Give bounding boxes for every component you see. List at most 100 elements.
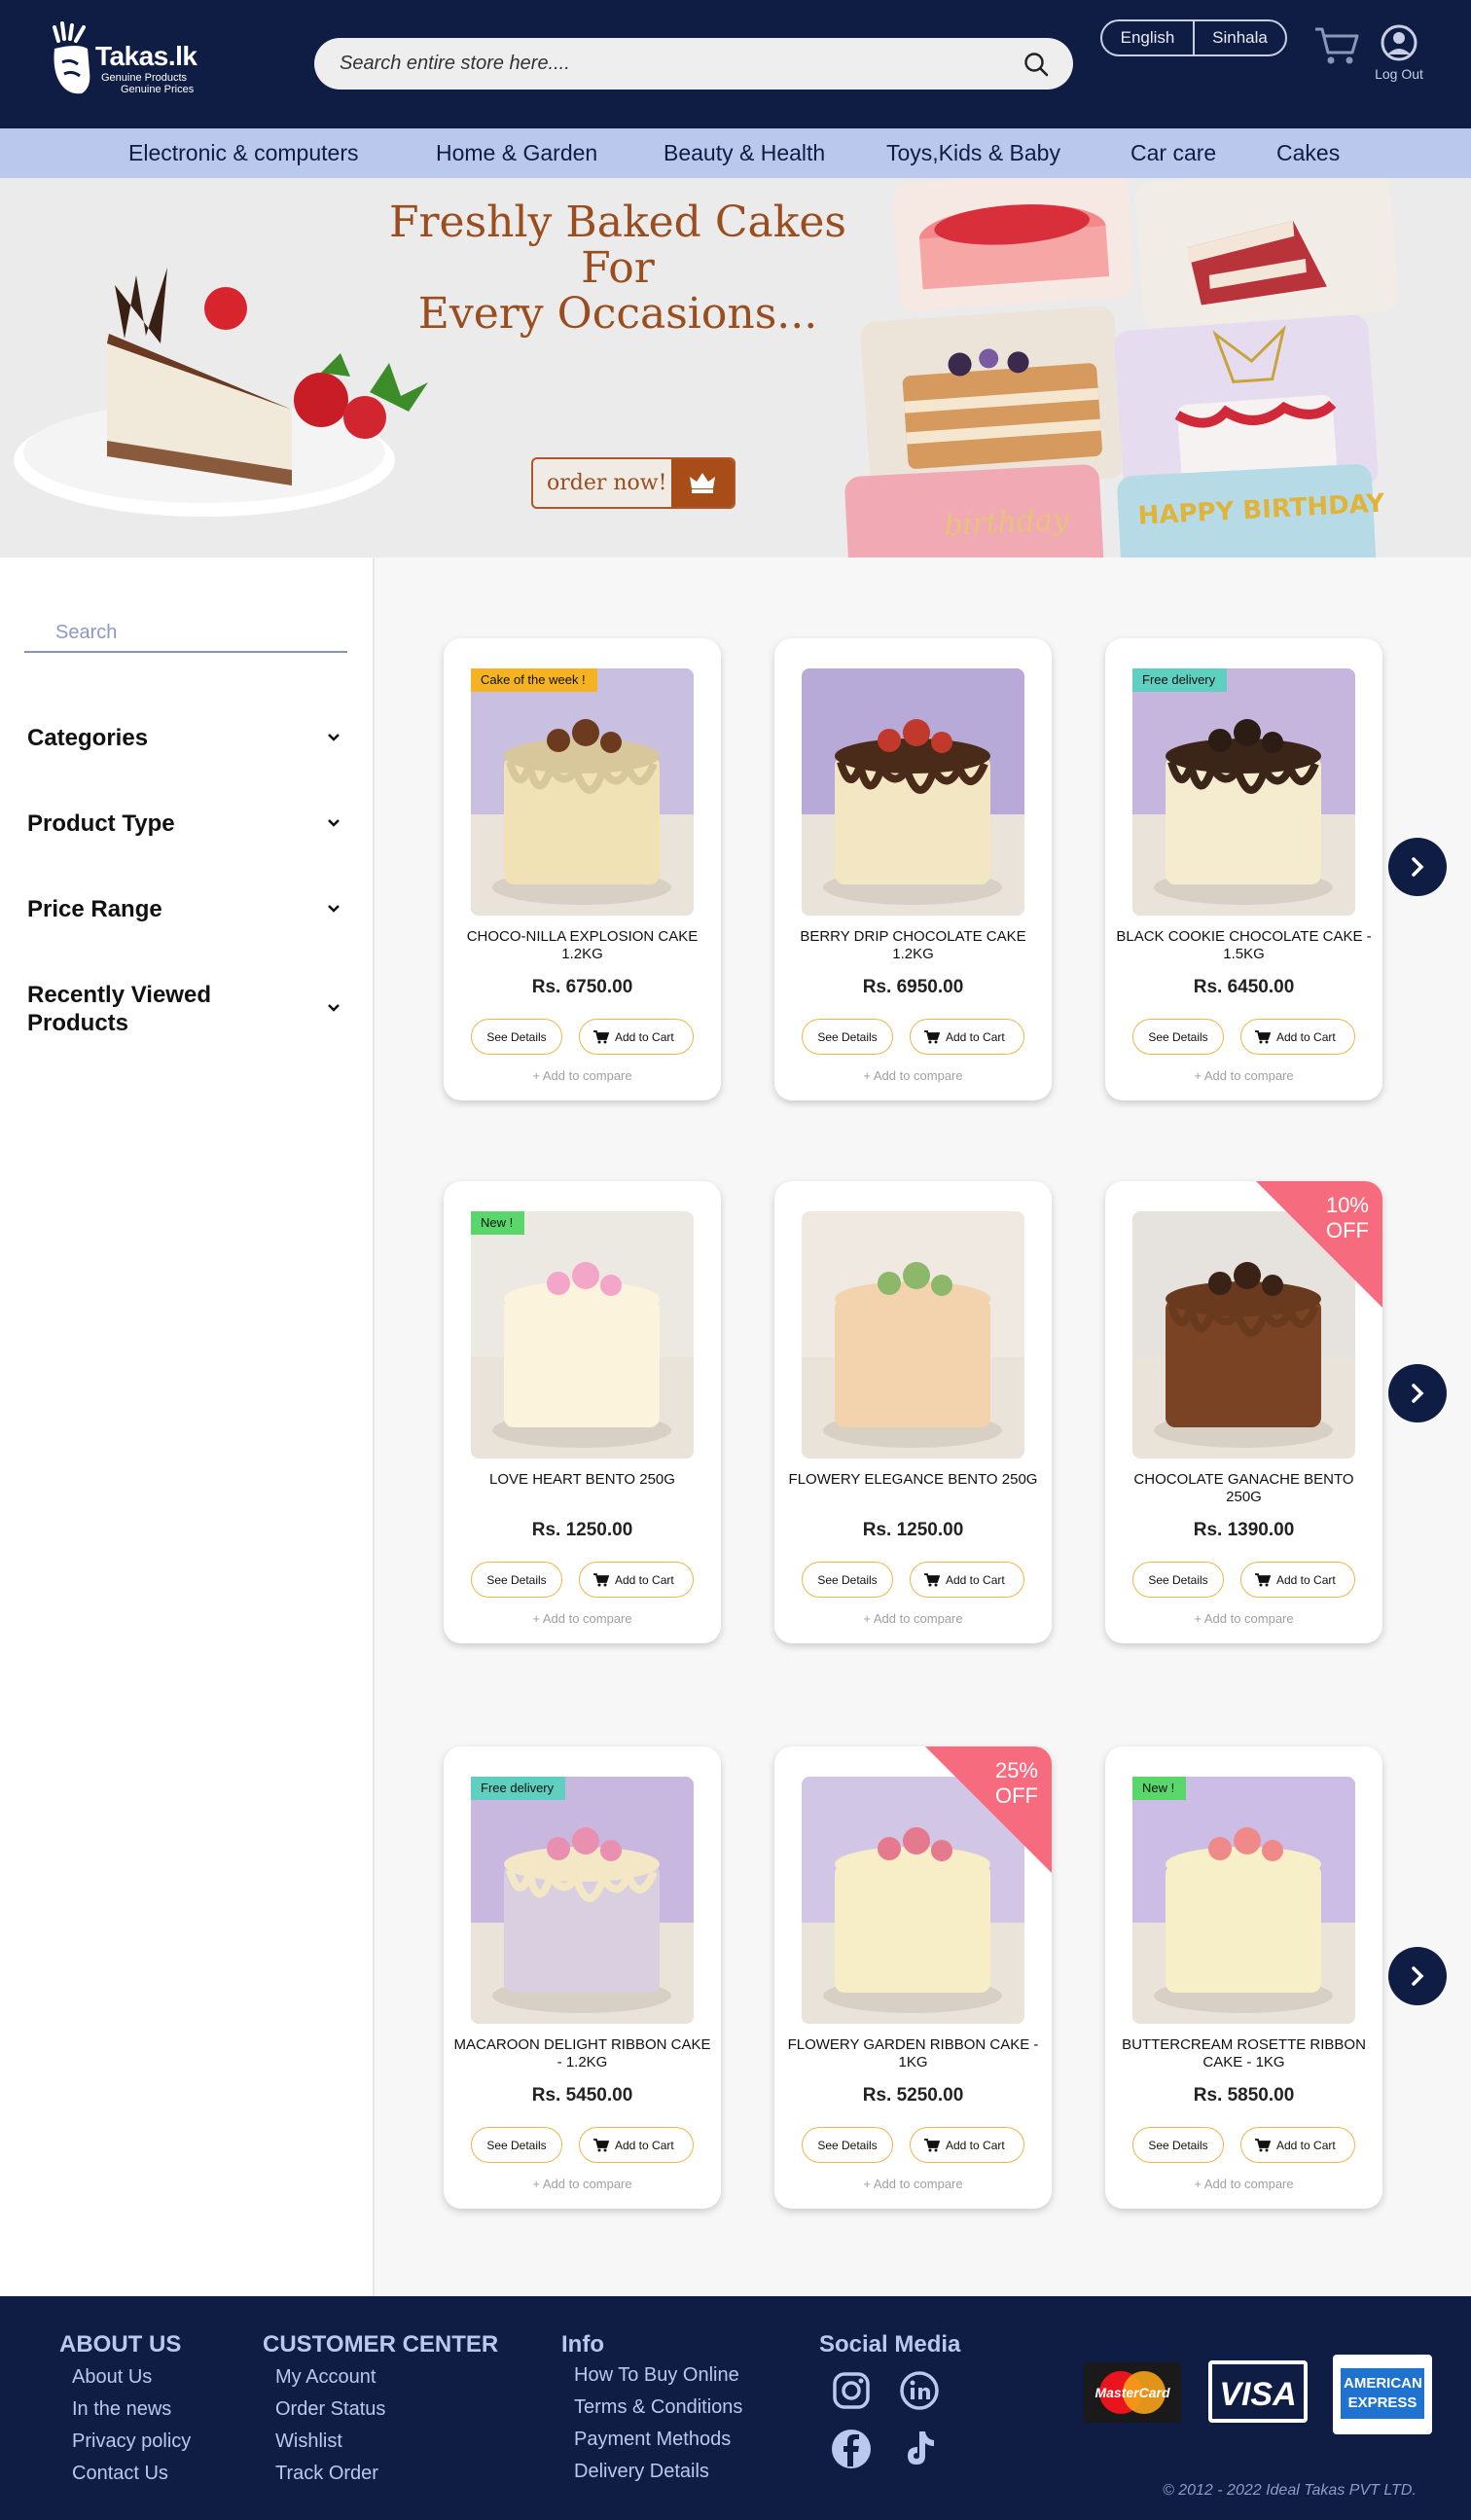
- chevron-right-icon: [1412, 1966, 1424, 1986]
- product-card[interactable]: Free delivery MACAROON DELIGHT RIBBON CAK…: [444, 1746, 721, 2209]
- user-icon[interactable]: [1380, 23, 1418, 62]
- add-to-compare-link[interactable]: + Add to compare: [444, 2177, 721, 2191]
- discount-ribbon: 10% OFF: [1256, 1181, 1382, 1308]
- cart-icon[interactable]: [1313, 25, 1360, 68]
- nav-item-car-care[interactable]: Car care: [1130, 128, 1216, 178]
- footer-link-in-the-news[interactable]: In the news: [72, 2398, 171, 2421]
- filter-label: Categories: [27, 725, 149, 751]
- product-card[interactable]: Free delivery BLACK COOKIE CHOCOLATE CAKE…: [1105, 638, 1382, 1100]
- amex-box: AMERICAN EXPRESS: [1341, 2368, 1424, 2419]
- product-card[interactable]: New ! BUTTERCREAM ROSETTE RIBBON CAKE - 1…: [1105, 1746, 1382, 2209]
- product-name[interactable]: FLOWERY GARDEN RIBBON CAKE - 1KG: [784, 2036, 1042, 2071]
- nav-item-beauty-health[interactable]: Beauty & Health: [664, 128, 825, 178]
- linkedin-icon[interactable]: [900, 2371, 939, 2410]
- footer-link-delivery-details[interactable]: Delivery Details: [574, 2461, 709, 2483]
- add-to-cart-button[interactable]: Add to Cart: [1240, 1562, 1355, 1598]
- product-name[interactable]: LOVE HEART BENTO 250G: [453, 1471, 711, 1489]
- see-details-button[interactable]: See Details: [1132, 1562, 1224, 1598]
- add-to-cart-button[interactable]: Add to Cart: [579, 2127, 694, 2163]
- footer-link-my-account[interactable]: My Account: [275, 2366, 376, 2389]
- add-to-compare-link[interactable]: + Add to compare: [1105, 1611, 1382, 1626]
- add-to-compare-link[interactable]: + Add to compare: [1105, 1068, 1382, 1083]
- add-to-cart-button[interactable]: Add to Cart: [1240, 1019, 1355, 1055]
- lang-sinhala-button[interactable]: Sinhala: [1195, 21, 1285, 54]
- store-search-input[interactable]: [340, 38, 1001, 90]
- next-row-button[interactable]: [1388, 1364, 1447, 1422]
- search-icon[interactable]: [1023, 51, 1050, 78]
- product-name[interactable]: BERRY DRIP CHOCOLATE CAKE 1.2KG: [784, 928, 1042, 963]
- nav-item-electronics[interactable]: Electronic & computers: [128, 128, 358, 178]
- product-image[interactable]: [471, 1777, 694, 2024]
- product-image[interactable]: [471, 1211, 694, 1458]
- product-badge: New !: [471, 1211, 525, 1235]
- footer-link-track-order[interactable]: Track Order: [275, 2463, 378, 2485]
- logout-link[interactable]: Log Out: [1362, 66, 1436, 82]
- filter-categories[interactable]: Categories: [27, 724, 343, 752]
- add-to-compare-link[interactable]: + Add to compare: [774, 1611, 1052, 1626]
- footer-link-payment-methods[interactable]: Payment Methods: [574, 2429, 731, 2451]
- add-to-compare-link[interactable]: + Add to compare: [774, 1068, 1052, 1083]
- product-price: Rs. 1390.00: [1193, 1520, 1295, 1540]
- add-to-compare-link[interactable]: + Add to compare: [1105, 2177, 1382, 2191]
- add-to-compare-link[interactable]: + Add to compare: [444, 1611, 721, 1626]
- footer-link-about-us[interactable]: About Us: [72, 2366, 152, 2389]
- product-name[interactable]: MACAROON DELIGHT RIBBON CAKE - 1.2KG: [453, 2036, 711, 2071]
- tiktok-icon[interactable]: [900, 2428, 939, 2470]
- footer-link-order-status[interactable]: Order Status: [275, 2398, 385, 2421]
- product-card[interactable]: Cake of the week ! CHOCO-NILLA EXPLOSION …: [444, 638, 721, 1100]
- add-to-cart-button[interactable]: Add to Cart: [910, 1562, 1024, 1598]
- filter-price-range[interactable]: Price Range: [27, 895, 343, 923]
- add-to-cart-button[interactable]: Add to Cart: [579, 1019, 694, 1055]
- see-details-button[interactable]: See Details: [471, 1019, 562, 1055]
- add-to-compare-link[interactable]: + Add to compare: [774, 2177, 1052, 2191]
- footer-link-how-to-buy[interactable]: How To Buy Online: [574, 2364, 739, 2387]
- product-image[interactable]: [802, 668, 1024, 916]
- product-card[interactable]: New ! LOVE HEART BENTO 250G Rs. 1250.00 See…: [444, 1181, 721, 1643]
- see-details-button[interactable]: See Details: [471, 2127, 562, 2163]
- product-name[interactable]: BUTTERCREAM ROSETTE RIBBON CAKE - 1KG: [1115, 2036, 1373, 2071]
- product-name[interactable]: FLOWERY ELEGANCE BENTO 250G: [784, 1471, 1042, 1489]
- product-name[interactable]: CHOCO-NILLA EXPLOSION CAKE 1.2KG: [453, 928, 711, 963]
- footer-link-wishlist[interactable]: Wishlist: [275, 2430, 342, 2453]
- product-name[interactable]: CHOCOLATE GANACHE BENTO 250G: [1115, 1471, 1373, 1506]
- filter-recently-viewed[interactable]: Recently Viewed Products: [27, 981, 343, 1037]
- product-image[interactable]: [802, 1211, 1024, 1458]
- see-details-button[interactable]: See Details: [802, 2127, 893, 2163]
- next-row-button[interactable]: [1388, 838, 1447, 896]
- product-image[interactable]: [471, 668, 694, 916]
- sidebar-search-input[interactable]: [24, 614, 347, 653]
- instagram-icon[interactable]: [832, 2371, 871, 2410]
- add-to-cart-button[interactable]: Add to Cart: [910, 1019, 1024, 1055]
- footer-link-terms[interactable]: Terms & Conditions: [574, 2396, 742, 2419]
- product-image[interactable]: [1132, 1777, 1355, 2024]
- add-to-cart-button[interactable]: Add to Cart: [1240, 2127, 1355, 2163]
- see-details-button[interactable]: See Details: [802, 1562, 893, 1598]
- account-area[interactable]: Log Out: [1362, 23, 1436, 88]
- filter-sidebar: Categories Product Type Price Range Rece…: [0, 558, 375, 2296]
- footer-link-contact-us[interactable]: Contact Us: [72, 2463, 168, 2485]
- product-name[interactable]: BLACK COOKIE CHOCOLATE CAKE - 1.5KG: [1115, 928, 1373, 963]
- see-details-button[interactable]: See Details: [802, 1019, 893, 1055]
- add-to-cart-button[interactable]: Add to Cart: [579, 1562, 694, 1598]
- product-image[interactable]: [1132, 668, 1355, 916]
- lang-english-button[interactable]: English: [1102, 21, 1195, 54]
- next-row-button[interactable]: [1388, 1947, 1447, 2005]
- nav-item-home-garden[interactable]: Home & Garden: [436, 128, 597, 178]
- nav-item-cakes[interactable]: Cakes: [1276, 128, 1340, 178]
- product-card[interactable]: 25% OFF FLOWERY GARDEN RIBBON CAKE - 1KG Rs…: [774, 1746, 1052, 2209]
- add-to-cart-label: Add to Cart: [615, 2139, 674, 2152]
- footer-link-privacy-policy[interactable]: Privacy policy: [72, 2430, 191, 2453]
- see-details-button[interactable]: See Details: [471, 1562, 562, 1598]
- nav-item-toys-kids-baby[interactable]: Toys,Kids & Baby: [886, 128, 1060, 178]
- product-card[interactable]: FLOWERY ELEGANCE BENTO 250G Rs. 1250.00 Se…: [774, 1181, 1052, 1643]
- takas-logo[interactable]: Takas.lk Genuine Products Genuine Prices: [49, 19, 197, 101]
- filter-product-type[interactable]: Product Type: [27, 810, 343, 838]
- facebook-icon[interactable]: [830, 2428, 873, 2470]
- see-details-button[interactable]: See Details: [1132, 2127, 1224, 2163]
- add-to-compare-link[interactable]: + Add to compare: [444, 1068, 721, 1083]
- product-card[interactable]: 10% OFF CHOCOLATE GANACHE BENTO 250G Rs. 13…: [1105, 1181, 1382, 1643]
- order-now-button[interactable]: order now!: [531, 457, 736, 509]
- add-to-cart-button[interactable]: Add to Cart: [910, 2127, 1024, 2163]
- product-card[interactable]: BERRY DRIP CHOCOLATE CAKE 1.2KG Rs. 6950.…: [774, 638, 1052, 1100]
- see-details-button[interactable]: See Details: [1132, 1019, 1224, 1055]
